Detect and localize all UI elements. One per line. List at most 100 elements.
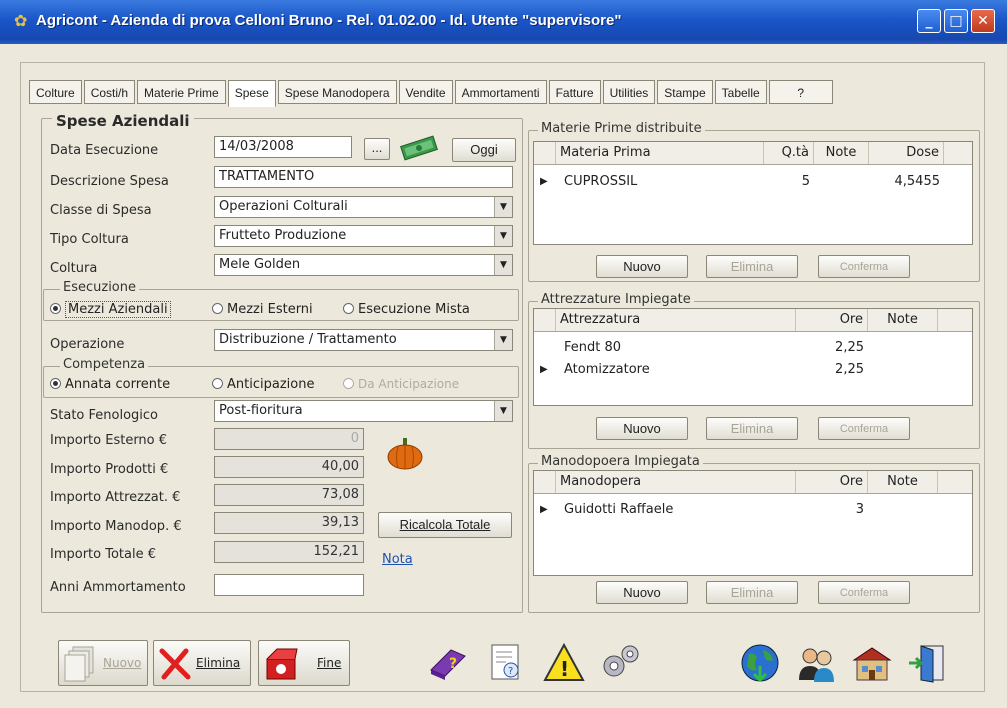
manodopera-row-ore[interactable]: 3: [796, 499, 864, 521]
warning-icon[interactable]: !: [543, 642, 585, 684]
manodopera-nuovo-button[interactable]: Nuovo: [596, 581, 688, 604]
radio-dot: [343, 303, 354, 314]
radio-dot: [212, 378, 223, 389]
header-ore: Ore: [796, 309, 868, 331]
classe-value: Operazioni Colturali: [219, 199, 348, 214]
tipo-coltura-select[interactable]: Frutteto Produzione ▼: [214, 225, 513, 247]
materie-nuovo-button[interactable]: Nuovo: [596, 255, 688, 278]
tab-materie-prime[interactable]: Materie Prime: [137, 80, 226, 104]
exit-door-icon[interactable]: [907, 642, 949, 684]
elimina-toolbar-button[interactable]: Elimina: [153, 640, 251, 686]
radio-label: Mezzi Esterni: [227, 302, 313, 317]
ricalcola-label: Ricalcola Totale: [399, 517, 491, 532]
new-document-icon: [64, 646, 94, 682]
radio-esecuzione-mista[interactable]: Esecuzione Mista: [343, 302, 470, 317]
materie-row-dose[interactable]: 4,5455: [869, 171, 941, 193]
ricalcola-totale-button[interactable]: Ricalcola Totale: [378, 512, 512, 538]
settings-gears-icon[interactable]: [600, 642, 642, 684]
attrezzature-row-ore[interactable]: 2,25: [796, 359, 864, 381]
header-note: Note: [868, 309, 938, 331]
radio-dot: [343, 378, 354, 389]
importo-attrezzat-label: Importo Attrezzat. €: [50, 490, 181, 505]
stato-label: Stato Fenologico: [50, 408, 158, 423]
app-icon: ✿: [14, 11, 28, 30]
tab-vendite[interactable]: Vendite: [398, 80, 453, 104]
maximize-button[interactable]: □: [944, 9, 968, 33]
manodopera-grid[interactable]: Manodopera Ore Note ▶ Guidotti Raffaele …: [533, 470, 973, 576]
section-title: Spese Aziendali: [52, 112, 194, 130]
importo-totale-field: 152,21: [214, 541, 364, 563]
stato-select[interactable]: Post-fioritura ▼: [214, 400, 513, 422]
attrezzature-conferma-button: Conferma: [818, 417, 910, 440]
header-attrezzatura: Attrezzatura: [556, 309, 796, 331]
descrizione-field[interactable]: TRATTAMENTO: [214, 166, 513, 188]
money-icon: [398, 135, 440, 161]
tab-tabelle[interactable]: Tabelle: [714, 80, 767, 104]
radio-anticipazione[interactable]: Anticipazione: [212, 377, 314, 392]
radio-dot: [50, 378, 61, 389]
importo-esterno-field[interactable]: 0: [214, 428, 364, 450]
help-book-icon[interactable]: ?: [427, 642, 469, 684]
oggi-button[interactable]: Oggi: [452, 138, 516, 162]
globe-icon[interactable]: [739, 642, 781, 684]
farm-building-icon[interactable]: [851, 642, 893, 684]
attrezzature-row-ore[interactable]: 2,25: [796, 337, 864, 359]
application-window: ✿ Agricont - Azienda di prova Celloni Br…: [0, 0, 1007, 708]
importo-manodop-label: Importo Manodop. €: [50, 519, 182, 534]
coltura-select[interactable]: Mele Golden ▼: [214, 254, 513, 276]
exit-box-icon: [266, 648, 298, 680]
attrezzature-grid[interactable]: Attrezzatura Ore Note Fendt 80 2,25 ▶ At…: [533, 308, 973, 406]
window-title: Agricont - Azienda di prova Celloni Brun…: [36, 12, 622, 29]
manodopera-row-name[interactable]: Guidotti Raffaele: [564, 499, 673, 521]
minimize-button[interactable]: _: [917, 9, 941, 33]
stato-value: Post-fioritura: [219, 403, 303, 418]
attrezzature-row-name[interactable]: Atomizzatore: [564, 359, 650, 381]
radio-annata-corrente[interactable]: Annata corrente: [50, 377, 170, 392]
date-picker-button[interactable]: ...: [364, 138, 390, 160]
document-help-icon[interactable]: ?: [484, 642, 526, 684]
materie-grid[interactable]: Materia Prima Q.tà Note Dose ▶ CUPROSSIL…: [533, 141, 973, 245]
importo-attrezzat-field: 73,08: [214, 484, 364, 506]
nota-link[interactable]: Nota: [382, 552, 413, 567]
classe-select[interactable]: Operazioni Colturali ▼: [214, 196, 513, 218]
row-pointer-icon: ▶: [540, 176, 548, 187]
coltura-value: Mele Golden: [219, 257, 301, 272]
tab-help[interactable]: ?: [768, 80, 833, 104]
attrezzature-nuovo-button[interactable]: Nuovo: [596, 417, 688, 440]
tab-colture[interactable]: Colture: [29, 80, 82, 104]
tab-ammortamenti[interactable]: Ammortamenti: [454, 80, 547, 104]
chevron-down-icon[interactable]: ▼: [494, 401, 512, 421]
attrezzature-row-name[interactable]: Fendt 80: [564, 337, 621, 359]
chevron-down-icon[interactable]: ▼: [494, 226, 512, 246]
fine-toolbar-button[interactable]: Fine: [258, 640, 350, 686]
chevron-down-icon[interactable]: ▼: [494, 330, 512, 350]
tab-costi-h[interactable]: Costi/h: [83, 80, 136, 104]
tab-fatture[interactable]: Fatture: [548, 80, 601, 104]
tab-stampe[interactable]: Stampe: [657, 80, 713, 104]
chevron-down-icon[interactable]: ▼: [494, 255, 512, 275]
tab-utilities[interactable]: Utilities: [602, 80, 656, 104]
radio-label: Da Anticipazione: [358, 377, 460, 391]
close-button[interactable]: ✕: [971, 9, 995, 33]
operazione-select[interactable]: Distribuzione / Trattamento ▼: [214, 329, 513, 351]
data-esecuzione-label: Data Esecuzione: [50, 143, 159, 158]
anni-field[interactable]: [214, 574, 364, 596]
manodopera-grid-header: Manodopera Ore Note: [534, 471, 972, 494]
radio-label: Annata corrente: [65, 377, 171, 392]
pumpkin-icon: [386, 437, 424, 471]
users-icon[interactable]: [796, 642, 838, 684]
header-manodopera: Manodopera: [556, 471, 796, 493]
data-esecuzione-field[interactable]: 14/03/2008: [214, 136, 352, 158]
radio-mezzi-aziendali[interactable]: Mezzi Aziendali: [50, 301, 171, 318]
tab-spese-manodopera[interactable]: Spese Manodopera: [277, 80, 397, 104]
radio-mezzi-esterni[interactable]: Mezzi Esterni: [212, 302, 313, 317]
tab-spese[interactable]: Spese: [227, 80, 276, 107]
materie-row-qta[interactable]: 5: [764, 171, 810, 193]
importo-manodop-field: 39,13: [214, 512, 364, 534]
materie-row-name[interactable]: CUPROSSIL: [564, 171, 637, 193]
manodopera-elimina-button: Elimina: [706, 581, 798, 604]
esecuzione-group-label: Esecuzione: [60, 280, 139, 295]
materie-grid-header: Materia Prima Q.tà Note Dose: [534, 142, 972, 165]
materie-conferma-button: Conferma: [818, 255, 910, 278]
chevron-down-icon[interactable]: ▼: [494, 197, 512, 217]
